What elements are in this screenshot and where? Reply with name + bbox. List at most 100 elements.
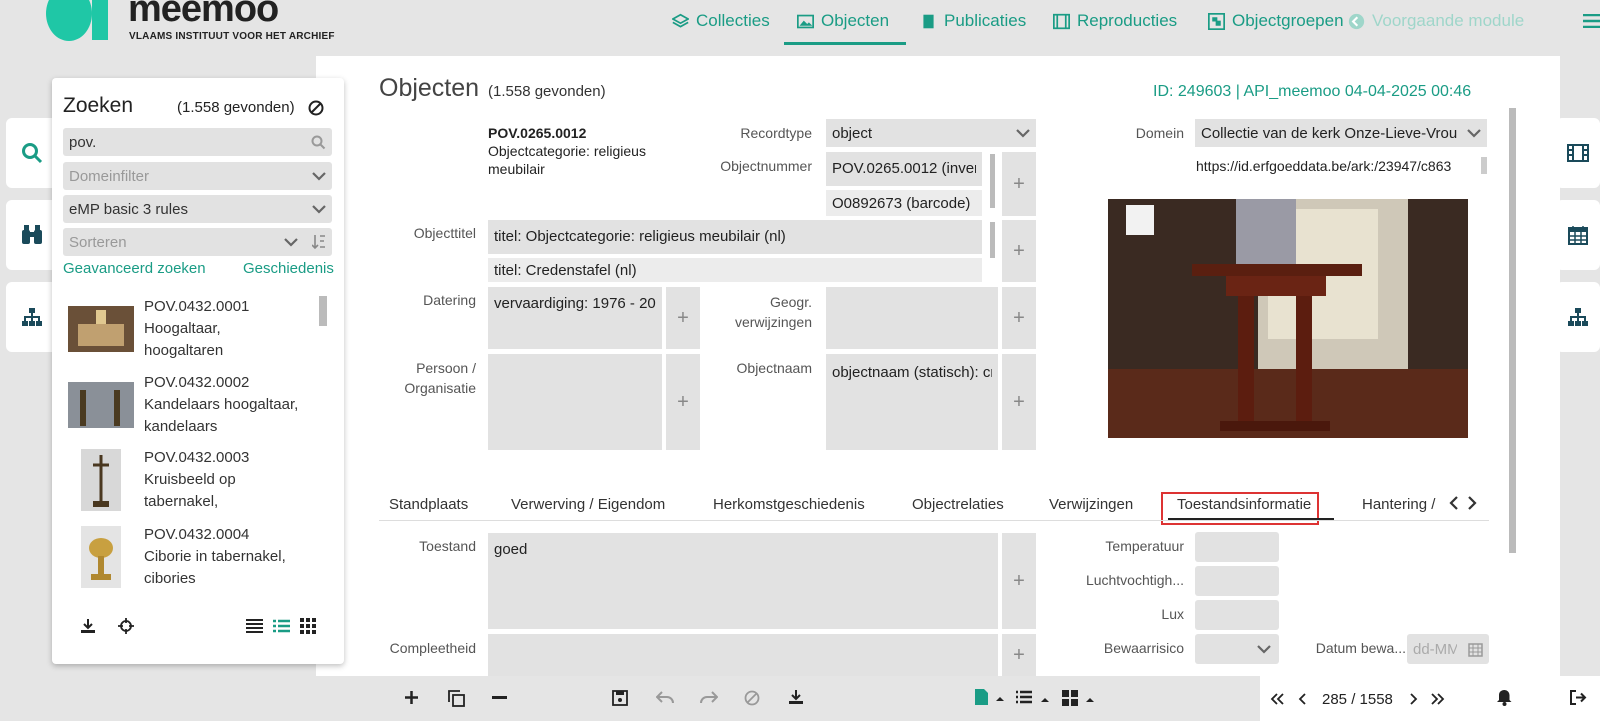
datering-field[interactable]: vervaardiging: 1976 - 200	[488, 287, 662, 349]
list-view-toggle-icon[interactable]	[1016, 690, 1054, 706]
nav-objectgroepen[interactable]: Objectgroepen	[1208, 11, 1344, 31]
object-photo[interactable]	[1108, 199, 1468, 438]
nav-reproducties[interactable]: Reproducties	[1053, 11, 1177, 31]
persoon-field[interactable]	[488, 354, 662, 450]
add-record-icon[interactable]	[404, 690, 419, 705]
toestand-field[interactable]: goed	[488, 533, 998, 629]
bell-icon[interactable]	[1497, 689, 1512, 706]
tab-hantering[interactable]: Hantering /	[1362, 496, 1442, 513]
objecttitel-row-2[interactable]: titel: Credenstafel (nl)	[488, 258, 982, 282]
recordtype-value: object	[832, 124, 873, 142]
history-link[interactable]: Geschiedenis	[243, 260, 334, 277]
tab-verwijzingen[interactable]: Verwijzingen	[1049, 496, 1133, 513]
geogr-field[interactable]	[826, 287, 998, 349]
logout-icon[interactable]	[1570, 690, 1587, 705]
scrollbar[interactable]	[990, 222, 995, 258]
objectnummer-row-1[interactable]: POV.0265.0012 (invent	[826, 152, 982, 186]
objectnummer-row-2[interactable]: O0892673 (barcode)	[826, 190, 982, 216]
form-view-icon[interactable]	[974, 689, 1006, 705]
nav-label: Reproducties	[1077, 11, 1178, 30]
toestand-value: goed	[494, 541, 528, 558]
undo-icon[interactable]	[656, 691, 674, 705]
search-input[interactable]: pov.	[63, 128, 332, 156]
hamburger-menu-icon[interactable]	[1583, 14, 1600, 28]
advanced-search-link[interactable]: Geavanceerd zoeken	[63, 260, 206, 277]
list-item[interactable]: POV.0432.0003 Kruisbeeld op tabernakel,	[68, 447, 306, 524]
datum-placeholder: dd-MM	[1413, 640, 1457, 658]
ruleset-select[interactable]: eMP basic 3 rules	[63, 195, 332, 223]
datum-bewaring-input[interactable]: dd-MM	[1407, 634, 1489, 664]
nav-objecten[interactable]: Objecten	[797, 11, 889, 31]
list-item[interactable]: POV.0432.0001 Hoogaltaar, hoogaltaren	[68, 296, 306, 372]
detail-list-view-icon[interactable]	[273, 619, 290, 633]
add-geogr-button[interactable]: +	[1002, 287, 1036, 349]
add-objecttitel-button[interactable]: +	[1002, 220, 1036, 282]
side-tab-calendar[interactable]	[1556, 200, 1600, 270]
nav-voorgaande-module[interactable]: Voorgaande module	[1348, 11, 1524, 31]
tab-objectrelaties[interactable]: Objectrelaties	[912, 496, 1004, 513]
datum-bewaring-label: Datum bewa...	[1315, 640, 1406, 656]
add-compleetheid-button[interactable]: +	[1002, 634, 1036, 676]
scrollbar[interactable]	[990, 154, 995, 208]
tab-verwerving[interactable]: Verwerving / Eigendom	[511, 496, 665, 513]
page-position: 285 / 1558	[1322, 691, 1393, 708]
cancel-icon[interactable]	[744, 690, 760, 706]
add-persoon-button[interactable]: +	[666, 354, 700, 450]
nav-publicaties[interactable]: Publicaties	[920, 11, 1026, 31]
geogr-label-line1: Geogr.	[769, 294, 812, 310]
save-icon[interactable]	[612, 690, 628, 706]
first-page-icon[interactable]	[1270, 693, 1284, 705]
result-thumbnail	[81, 526, 121, 588]
panel-scrollbar[interactable]	[1509, 108, 1516, 553]
add-objectnaam-button[interactable]: +	[1002, 354, 1036, 450]
side-tab-hierarchy-right[interactable]	[1556, 282, 1600, 352]
nav-collecties[interactable]: Collecties	[672, 11, 770, 31]
domein-select[interactable]: Collectie van de kerk Onze-Lieve-Vrou	[1195, 119, 1487, 147]
tab-herkomstgeschiedenis[interactable]: Herkomstgeschiedenis	[713, 496, 865, 513]
add-objectnummer-button[interactable]: +	[1002, 152, 1036, 216]
copy-icon[interactable]	[448, 690, 465, 707]
sort-alpha-icon[interactable]	[312, 234, 326, 250]
compleetheid-field[interactable]	[488, 634, 998, 676]
tab-scroll-arrows[interactable]	[1449, 496, 1479, 510]
search-title: Zoeken	[63, 94, 134, 117]
list-item[interactable]: POV.0432.0002 Kandelaars hoogaltaar, kande…	[68, 372, 306, 447]
side-tab-film[interactable]	[1556, 118, 1600, 188]
gallery-view-icon[interactable]	[1062, 690, 1098, 706]
tab-standplaats[interactable]: Standplaats	[389, 496, 468, 513]
add-datering-button[interactable]: +	[666, 287, 700, 349]
tab-toestandsinformatie[interactable]: Toestandsinformatie	[1177, 496, 1311, 513]
luchtvochtigheid-label: Luchtvochtigh...	[1085, 572, 1184, 588]
previous-page-icon[interactable]	[1298, 693, 1306, 705]
download-icon[interactable]	[80, 618, 96, 634]
luchtvochtigheid-input[interactable]	[1195, 566, 1279, 596]
persistent-uri[interactable]: https://id.erfgoeddata.be/ark:/23947/c86…	[1196, 158, 1481, 174]
grid-view-icon[interactable]	[300, 618, 316, 634]
recordtype-select[interactable]: object	[826, 119, 1036, 147]
scrollbar[interactable]	[1481, 157, 1487, 174]
bewaarrisico-select[interactable]	[1195, 634, 1279, 664]
temperatuur-input[interactable]	[1195, 532, 1279, 562]
side-tab-binoculars[interactable]	[6, 200, 58, 270]
delete-record-icon[interactable]	[492, 696, 507, 700]
results-scrollbar[interactable]	[319, 296, 327, 326]
lux-input[interactable]	[1195, 600, 1279, 630]
domain-filter-select[interactable]: Domeinfilter	[63, 162, 332, 190]
redo-icon[interactable]	[700, 691, 718, 705]
objectnaam-field[interactable]: objectnaam (statisch): cr	[826, 354, 998, 450]
list-item[interactable]: POV.0432.0004 Ciborie in tabernakel, cibor…	[68, 524, 306, 594]
add-toestand-button[interactable]: +	[1002, 533, 1036, 629]
side-tab-hierarchy[interactable]	[6, 282, 58, 352]
sort-select[interactable]: Sorteren	[63, 228, 332, 256]
search-query: pov.	[69, 133, 97, 151]
next-page-icon[interactable]	[1410, 693, 1418, 705]
crosshair-icon[interactable]	[118, 618, 134, 634]
sitemap-icon	[1568, 308, 1588, 326]
download-icon[interactable]	[788, 689, 804, 705]
objecttitel-row-1[interactable]: titel: Objectcategorie: religieus meubil…	[488, 220, 982, 254]
clear-search-icon[interactable]	[308, 100, 324, 116]
geogr-label-line2: verwijzingen	[734, 314, 812, 330]
list-view-icon[interactable]	[246, 619, 263, 633]
side-tab-search[interactable]	[6, 118, 58, 188]
last-page-icon[interactable]	[1431, 693, 1445, 705]
